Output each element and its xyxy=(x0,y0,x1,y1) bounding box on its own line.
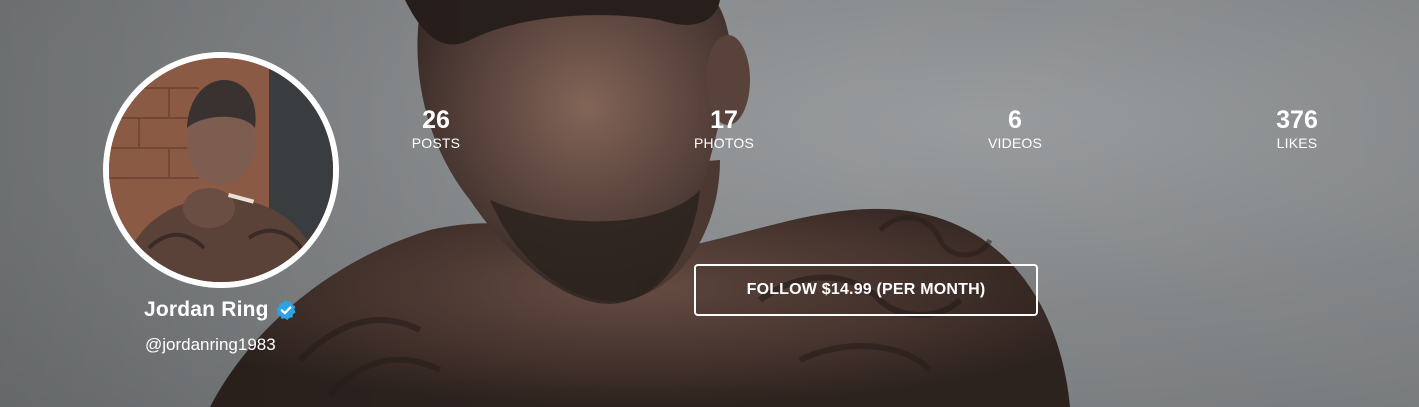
avatar[interactable] xyxy=(103,52,339,288)
stat-posts-value: 26 xyxy=(422,106,450,134)
stat-videos-label: VIDEOS xyxy=(987,135,1043,151)
verified-check-icon xyxy=(275,299,297,321)
stat-videos[interactable]: 6 VIDEOS xyxy=(935,106,1095,152)
avatar-photo xyxy=(109,58,333,282)
profile-name-row: Jordan Ring xyxy=(144,298,297,322)
follow-button-label: FOLLOW $14.99 (PER MONTH) xyxy=(746,281,986,298)
profile-handle: @jordanring1983 xyxy=(145,335,276,354)
stat-photos-value: 17 xyxy=(710,106,738,134)
stat-posts[interactable]: 26 POSTS xyxy=(356,106,516,152)
stat-videos-value: 6 xyxy=(1008,106,1022,134)
follow-button[interactable]: FOLLOW $14.99 (PER MONTH) xyxy=(694,264,1038,316)
profile-banner: Jordan Ring @jordanring1983 26 POSTS 17 … xyxy=(0,0,1419,407)
stat-likes-value: 376 xyxy=(1276,106,1318,134)
stat-likes[interactable]: 376 LIKES xyxy=(1217,106,1377,152)
stat-likes-label: LIKES xyxy=(1276,135,1318,151)
stat-photos-label: PHOTOS xyxy=(693,135,755,151)
profile-name[interactable]: Jordan Ring xyxy=(144,298,269,322)
stat-photos[interactable]: 17 PHOTOS xyxy=(644,106,804,152)
stat-posts-label: POSTS xyxy=(411,135,461,151)
